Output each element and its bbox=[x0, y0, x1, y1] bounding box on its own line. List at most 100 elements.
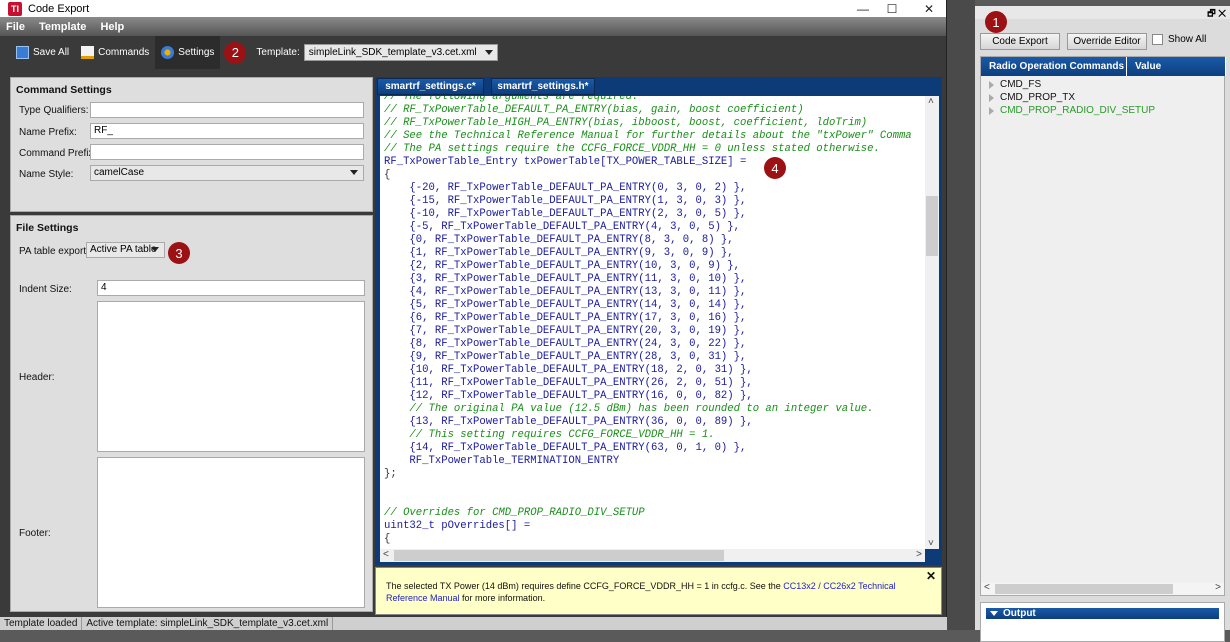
edit-document-icon bbox=[81, 46, 95, 59]
indent-size-input[interactable]: 4 bbox=[97, 280, 365, 296]
expand-triangle-icon[interactable] bbox=[989, 80, 994, 89]
collapse-triangle-icon bbox=[990, 611, 998, 616]
code-line: {5, RF_TxPowerTable_DEFAULT_PA_ENTRY(14,… bbox=[384, 299, 747, 311]
template-select[interactable]: simpleLink_SDK_template_v3.cet.xml bbox=[303, 44, 498, 61]
name-style-label: Name Style: bbox=[19, 169, 74, 180]
expand-triangle-icon[interactable] bbox=[989, 106, 994, 115]
type-qualifiers-label: Type Qualifiers: bbox=[19, 105, 89, 116]
scroll-right-icon[interactable]: > bbox=[916, 549, 922, 560]
tree-item-command[interactable]: CMD_PROP_RADIO_DIV_SETUP bbox=[989, 105, 1155, 116]
close-window-button[interactable]: ✕ bbox=[911, 0, 947, 17]
footer-label: Footer: bbox=[19, 528, 51, 539]
commands-button[interactable]: Commands bbox=[75, 36, 155, 69]
window-title: Code Export bbox=[28, 2, 90, 15]
command-settings-title: Command Settings bbox=[16, 84, 112, 96]
code-line: RF_TxPowerTable_TERMINATION_ENTRY bbox=[384, 455, 620, 467]
title-bar: TI Code Export — ☐ ✕ bbox=[0, 0, 946, 17]
code-line: {0, RF_TxPowerTable_DEFAULT_PA_ENTRY(8, … bbox=[384, 234, 734, 246]
tab-smartrf-settings-c[interactable]: smartrf_settings.c* bbox=[377, 78, 484, 95]
file-settings-panel: File Settings PA table export: Active PA… bbox=[10, 215, 373, 612]
code-line: {1, RF_TxPowerTable_DEFAULT_PA_ENTRY(9, … bbox=[384, 247, 734, 259]
tree-item-label: CMD_PROP_RADIO_DIV_SETUP bbox=[1000, 105, 1156, 116]
properties-dock: 🗗 ✕ Code Export Override Editor Show All… bbox=[975, 6, 1230, 642]
chevron-down-icon bbox=[484, 50, 493, 55]
tree-scroll-thumb[interactable] bbox=[995, 584, 1173, 594]
template-select-value: simpleLink_SDK_template_v3.cet.xml bbox=[308, 47, 477, 58]
scroll-right-icon[interactable]: > bbox=[1215, 582, 1221, 593]
scroll-left-icon[interactable]: < bbox=[984, 582, 990, 593]
dock-body: Code Export Override Editor Show All 1 R… bbox=[975, 11, 1230, 642]
indent-size-label: Indent Size: bbox=[19, 284, 72, 295]
tree-item-command[interactable]: CMD_PROP_TX bbox=[989, 92, 1075, 103]
status-message: Template loaded bbox=[0, 617, 83, 630]
override-editor-button[interactable]: Override Editor bbox=[1067, 33, 1147, 50]
tx-power-notice: The selected TX Power (14 dBm) requires … bbox=[375, 567, 942, 615]
code-editor-panel: smartrf_settings.c* smartrf_settings.h* … bbox=[375, 77, 942, 565]
name-style-select[interactable]: camelCase bbox=[90, 165, 364, 181]
code-export-button[interactable]: Code Export bbox=[980, 33, 1060, 50]
header-label: Header: bbox=[19, 372, 55, 383]
code-line: {2, RF_TxPowerTable_DEFAULT_PA_ENTRY(10,… bbox=[384, 260, 741, 272]
menu-help[interactable]: Help bbox=[100, 21, 124, 33]
code-line: // The following arguments are required: bbox=[384, 96, 639, 103]
menu-template[interactable]: Template bbox=[39, 21, 86, 33]
show-all-label: Show All bbox=[1168, 34, 1207, 45]
annotation-badge-1: 1 bbox=[985, 11, 1007, 33]
checkbox-unchecked-icon[interactable] bbox=[1152, 34, 1163, 45]
code-line: {4, RF_TxPowerTable_DEFAULT_PA_ENTRY(13,… bbox=[384, 286, 747, 298]
tree-horizontal-scrollbar[interactable]: < > bbox=[981, 582, 1224, 595]
status-bar: Template loaded Active template: simpleL… bbox=[0, 617, 947, 630]
name-style-value: camelCase bbox=[94, 167, 145, 178]
code-export-window: TI Code Export — ☐ ✕ File Template Help … bbox=[0, 0, 947, 630]
output-panel: Output bbox=[980, 602, 1225, 642]
column-header-commands[interactable]: Radio Operation Commands bbox=[981, 57, 1127, 76]
tree-item-command[interactable]: CMD_FS bbox=[989, 79, 1041, 90]
scroll-up-icon[interactable]: ˄ bbox=[928, 96, 934, 107]
horizontal-scrollbar[interactable]: < > bbox=[380, 549, 925, 562]
code-line: {-10, RF_TxPowerTable_DEFAULT_PA_ENTRY(2… bbox=[384, 208, 747, 220]
code-line: {6, RF_TxPowerTable_DEFAULT_PA_ENTRY(17,… bbox=[384, 312, 747, 324]
pa-table-export-label: PA table export: bbox=[19, 246, 89, 257]
code-line: uint32_t pOverrides[] = bbox=[384, 520, 531, 532]
code-line: {13, RF_TxPowerTable_DEFAULT_PA_ENTRY(36… bbox=[384, 416, 753, 428]
settings-label: Settings bbox=[178, 47, 215, 58]
tab-smartrf-settings-h[interactable]: smartrf_settings.h* bbox=[491, 78, 595, 95]
code-line: {-20, RF_TxPowerTable_DEFAULT_PA_ENTRY(0… bbox=[384, 182, 747, 194]
code-view[interactable]: // The following arguments are required:… bbox=[380, 96, 925, 549]
tree-item-label: CMD_FS bbox=[1000, 79, 1042, 90]
scroll-down-icon[interactable]: ˅ bbox=[928, 538, 934, 549]
file-settings-title: File Settings bbox=[16, 222, 79, 234]
output-header[interactable]: Output bbox=[986, 608, 1219, 619]
header-textarea[interactable] bbox=[97, 301, 365, 452]
name-prefix-label: Name Prefix: bbox=[19, 127, 77, 138]
settings-button[interactable]: Settings bbox=[155, 36, 221, 69]
maximize-button[interactable]: ☐ bbox=[874, 0, 910, 17]
code-line: {12, RF_TxPowerTable_DEFAULT_PA_ENTRY(16… bbox=[384, 390, 753, 402]
vertical-scroll-thumb[interactable] bbox=[926, 196, 938, 256]
ti-logo-icon: TI bbox=[8, 1, 22, 16]
show-all-checkbox[interactable]: Show All bbox=[1152, 34, 1206, 45]
code-line: // RF_TxPowerTable_HIGH_PA_ENTRY(bias, i… bbox=[384, 117, 868, 129]
template-label: Template: bbox=[256, 47, 300, 58]
column-header-value[interactable]: Value bbox=[1127, 57, 1226, 76]
annotation-badge-2: 2 bbox=[224, 41, 247, 64]
scroll-left-icon[interactable]: < bbox=[383, 549, 389, 560]
expand-triangle-icon[interactable] bbox=[989, 93, 994, 102]
command-prefix-input[interactable] bbox=[90, 144, 364, 160]
type-qualifiers-input[interactable] bbox=[90, 102, 364, 118]
code-line: {10, RF_TxPowerTable_DEFAULT_PA_ENTRY(18… bbox=[384, 364, 753, 376]
code-line: }; bbox=[384, 468, 397, 480]
name-prefix-input[interactable]: RF_ bbox=[90, 123, 364, 139]
code-line: {9, RF_TxPowerTable_DEFAULT_PA_ENTRY(28,… bbox=[384, 351, 747, 363]
footer-textarea[interactable] bbox=[97, 457, 365, 608]
code-line: // The PA settings require the CCFG_FORC… bbox=[384, 143, 880, 155]
close-notice-icon[interactable]: ✕ bbox=[926, 570, 936, 582]
menu-file[interactable]: File bbox=[6, 21, 25, 33]
save-all-button[interactable]: Save All bbox=[10, 36, 75, 69]
gear-icon bbox=[161, 46, 175, 59]
code-line: { bbox=[384, 533, 391, 545]
horizontal-scroll-thumb[interactable] bbox=[394, 550, 724, 561]
vertical-scrollbar[interactable]: ˄ ˅ bbox=[925, 96, 939, 549]
pa-table-export-select[interactable]: Active PA table bbox=[86, 242, 165, 258]
